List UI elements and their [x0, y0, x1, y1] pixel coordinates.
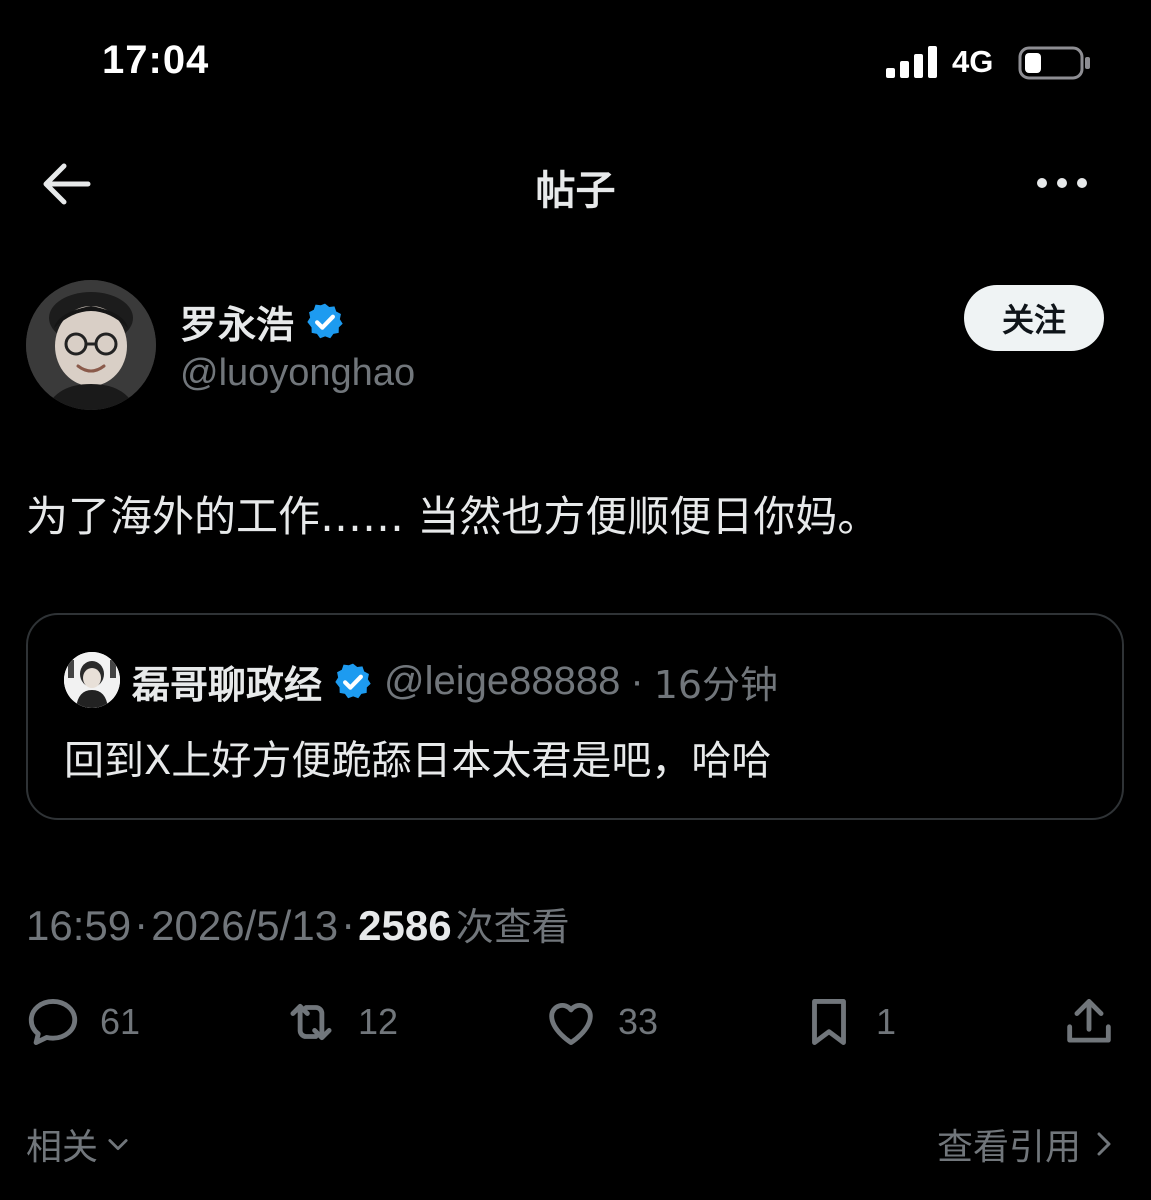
- post-time: 16:59: [26, 902, 132, 949]
- related-toggle[interactable]: 相关: [26, 1118, 132, 1170]
- post-date: 2026/5/13: [151, 902, 339, 949]
- signal-bars-icon: [886, 46, 937, 78]
- quote-text: 回到X上好方便跪舔日本太君是吧，哈哈: [64, 738, 772, 784]
- bookmark-icon: [812, 999, 846, 1045]
- post-text: 为了海外的工作…… 当然也方便顺便日你妈。: [26, 492, 880, 541]
- reply-count: 61: [100, 1001, 141, 1042]
- meta-separator: ·: [135, 905, 148, 949]
- quote-author-handle[interactable]: @leige88888: [384, 659, 620, 704]
- related-label: 相关: [26, 1127, 99, 1168]
- chevron-down-icon: [108, 1139, 128, 1151]
- share-icon: [1067, 999, 1111, 1043]
- verified-badge-icon: [307, 303, 343, 338]
- battery-icon: [1018, 46, 1090, 80]
- post-meta: 16:59 · 2026/5/13 · 2586 次查看: [26, 896, 570, 951]
- view-quotes-link[interactable]: 查看引用: [937, 1118, 1117, 1170]
- quote-author-name[interactable]: 磊哥聊政经: [132, 654, 322, 709]
- more-horizontal-icon[interactable]: [1034, 168, 1090, 198]
- avatar-portrait-icon: [26, 280, 156, 410]
- author-name-row[interactable]: 罗永浩: [180, 294, 346, 349]
- views-label: 次查看: [455, 905, 570, 949]
- quote-separator: ·: [630, 659, 644, 703]
- quote-author-avatar: [64, 652, 120, 708]
- repost-icon: [290, 1003, 332, 1041]
- quoted-post-card[interactable]: [26, 613, 1124, 820]
- views-count[interactable]: 2586: [358, 902, 451, 950]
- author-handle[interactable]: @luoyonghao: [180, 352, 415, 395]
- status-time: 17:04: [102, 38, 210, 82]
- quote-avatar-portrait-icon: [64, 652, 120, 708]
- share-button[interactable]: [1060, 990, 1118, 1054]
- reply-button[interactable]: 61: [24, 990, 140, 1054]
- verified-badge-icon: [335, 663, 371, 698]
- reply-icon: [28, 999, 78, 1045]
- author-avatar[interactable]: [26, 280, 156, 410]
- like-button[interactable]: 33: [542, 990, 658, 1054]
- view-quotes-label: 查看引用: [936, 1127, 1081, 1168]
- author-name[interactable]: 罗永浩: [180, 294, 294, 349]
- repost-count: 12: [358, 1001, 399, 1042]
- heart-icon: [549, 1003, 593, 1045]
- follow-button[interactable]: 关注: [964, 285, 1104, 351]
- quote-header: 磊哥聊政经 @leige88888 · 16分钟: [132, 654, 778, 709]
- meta-separator: ·: [342, 905, 355, 949]
- repost-button[interactable]: 12: [282, 990, 398, 1054]
- like-count: 33: [618, 1001, 659, 1042]
- chevron-right-icon: [1097, 1132, 1111, 1156]
- page-title: 帖子: [535, 168, 616, 214]
- quote-timestamp: 16分钟: [653, 663, 779, 707]
- bookmark-count: 1: [876, 1001, 897, 1042]
- bookmark-button[interactable]: 1: [800, 990, 896, 1054]
- network-type: 4G: [952, 44, 994, 79]
